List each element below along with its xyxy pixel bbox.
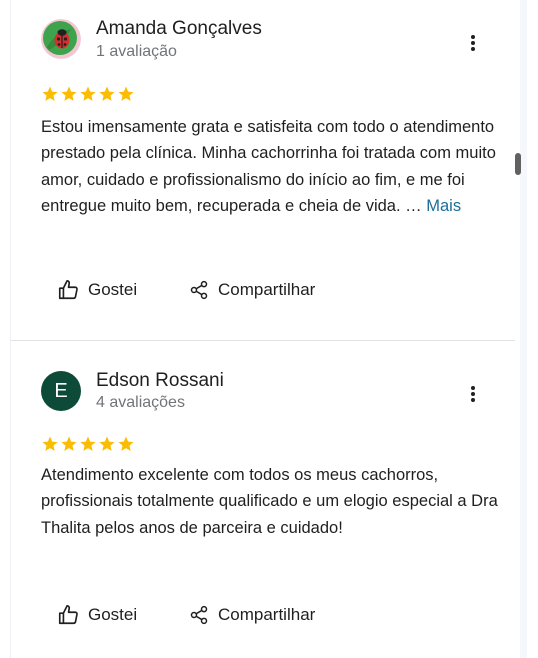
share-button[interactable]: Compartilhar (189, 604, 315, 626)
review-text: Estou imensamente grata e satisfeita com… (41, 114, 501, 219)
star-icon (80, 436, 96, 451)
read-more-link[interactable]: Mais (426, 197, 461, 215)
more-vert-icon (471, 386, 475, 402)
scrollbar-thumb[interactable] (515, 153, 521, 175)
share-label: Compartilhar (218, 605, 316, 624)
star-icon (99, 86, 115, 101)
reviewer-name[interactable]: Amanda Gonçalves (96, 18, 262, 40)
reviewer-review-count[interactable]: 4 avaliações (96, 394, 185, 412)
star-icon (118, 436, 134, 451)
reviewer-name[interactable]: Edson Rossani (96, 370, 224, 392)
review-text: Atendimento excelente com todos os meus … (41, 462, 501, 541)
star-icon (99, 436, 115, 451)
reviewer-review-count[interactable]: 1 avaliação (96, 43, 177, 61)
star-rating (41, 85, 135, 103)
thumb-up-icon (58, 605, 78, 625)
thumb-up-icon (58, 280, 78, 300)
review-divider (11, 340, 515, 341)
scrollbar-track[interactable] (520, 0, 527, 658)
star-rating (41, 435, 135, 453)
star-icon (118, 86, 134, 101)
share-icon (190, 605, 208, 625)
star-icon (61, 86, 77, 101)
share-button[interactable]: Compartilhar (189, 279, 315, 301)
more-vert-icon (471, 35, 475, 51)
like-button[interactable]: Gostei (57, 279, 137, 301)
reviewer-avatar[interactable]: E (41, 371, 81, 411)
more-options-button[interactable] (462, 382, 484, 406)
star-icon (80, 86, 96, 101)
share-icon (190, 280, 208, 300)
review-body: Atendimento excelente com todos os meus … (41, 466, 498, 537)
like-label: Gostei (88, 605, 138, 624)
share-label: Compartilhar (218, 280, 316, 299)
ladybug-icon (41, 19, 81, 59)
panel-left-border (10, 0, 11, 658)
like-button[interactable]: Gostei (57, 604, 137, 626)
star-icon (61, 436, 77, 451)
like-label: Gostei (88, 280, 138, 299)
more-options-button[interactable] (462, 31, 484, 55)
star-icon (42, 436, 58, 451)
reviewer-avatar[interactable] (41, 19, 81, 59)
star-icon (42, 86, 58, 101)
